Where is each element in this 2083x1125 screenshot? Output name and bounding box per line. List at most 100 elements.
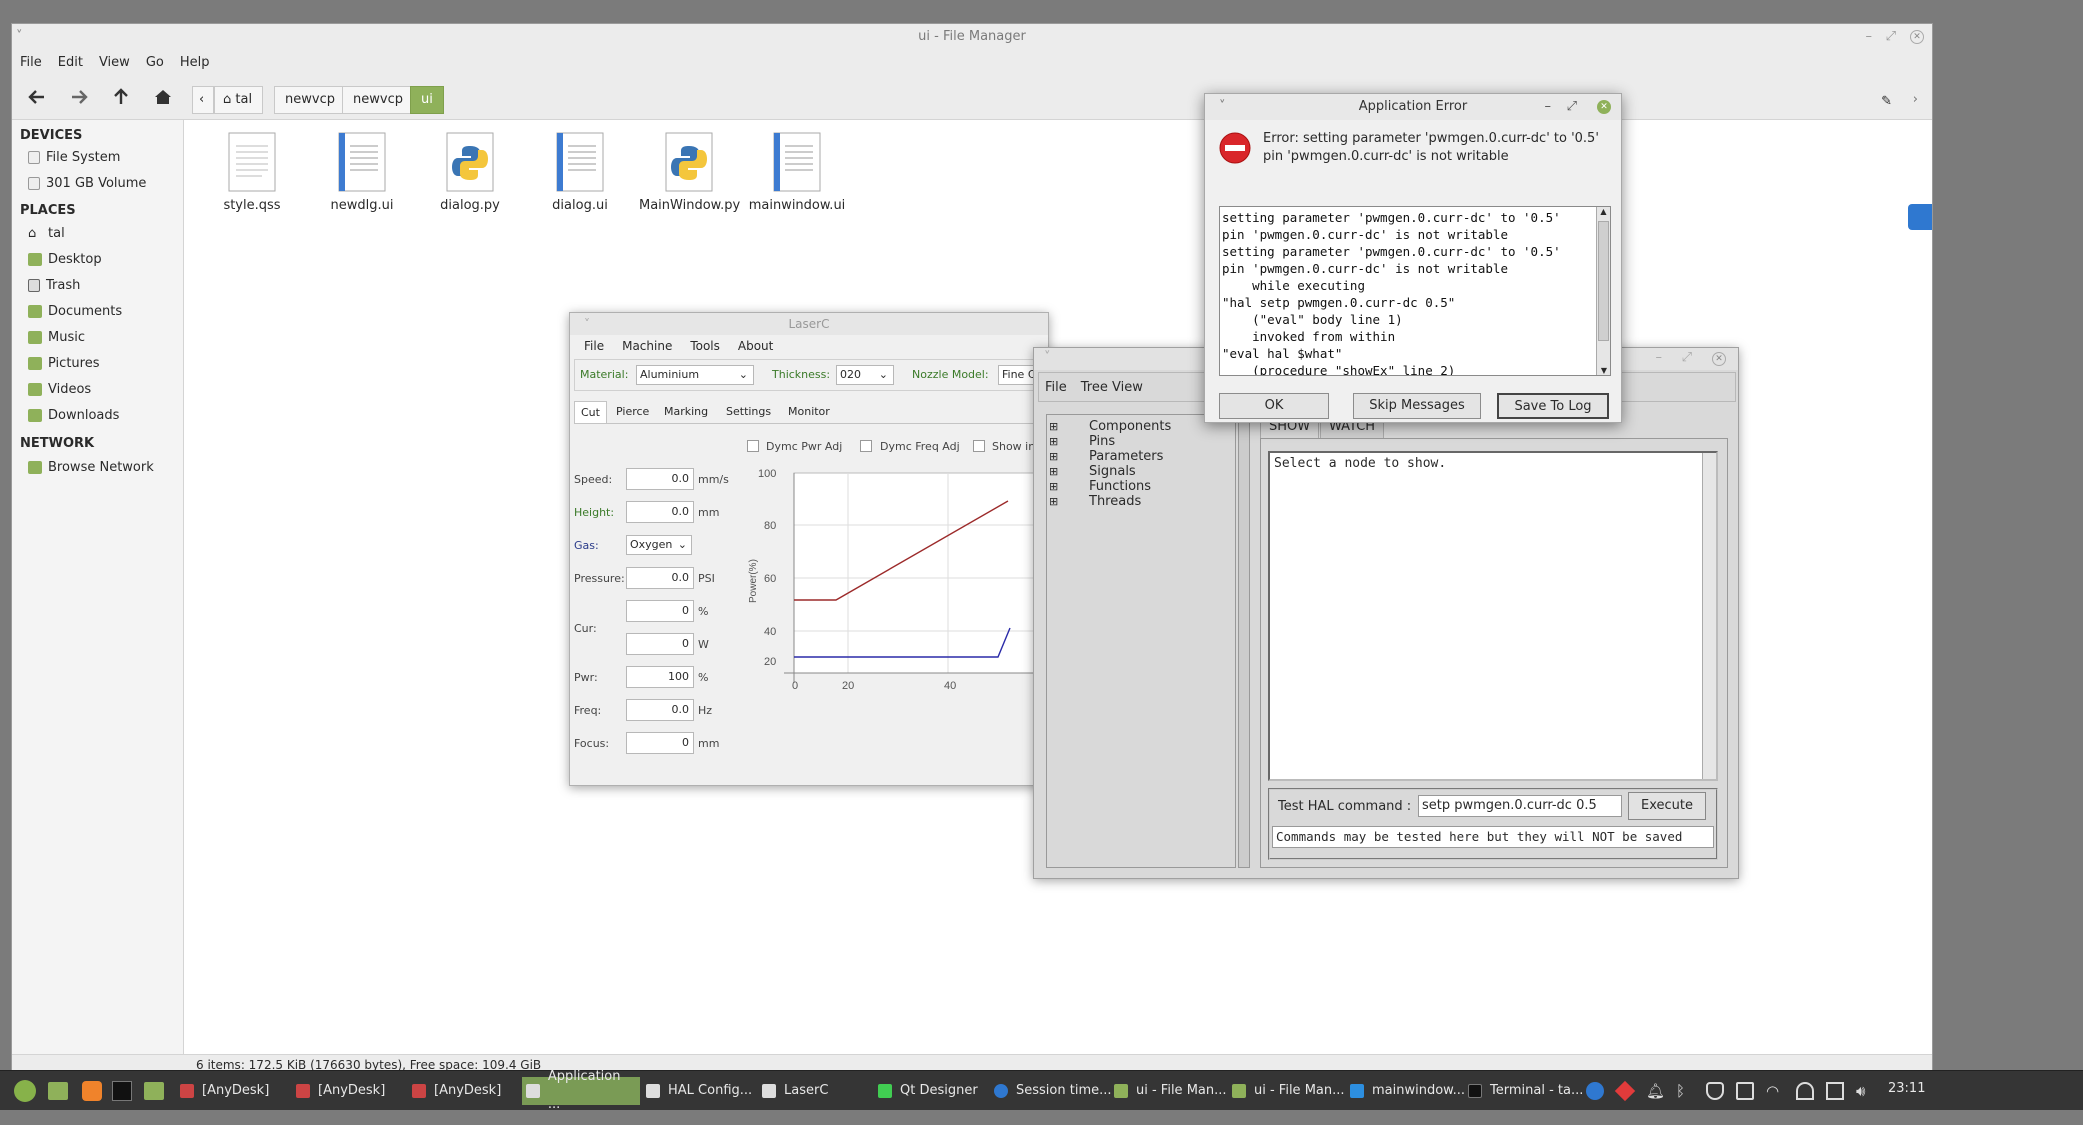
tree-node-parameters[interactable]: ⊞ Parameters: [1049, 449, 1171, 464]
sidebar-item-trash[interactable]: Trash: [28, 278, 80, 293]
breadcrumb-newvcp-2[interactable]: newvcp: [342, 86, 414, 114]
error-titlebar[interactable]: ˅ Application Error – ⤢ ✕: [1205, 94, 1621, 120]
fm-close-icon[interactable]: ✕: [1910, 30, 1924, 44]
gas-select[interactable]: Oxygen ⌄: [626, 535, 692, 555]
freq-input[interactable]: 0.0: [626, 699, 694, 721]
speed-input[interactable]: 0.0: [626, 468, 694, 490]
ok-button[interactable]: OK: [1219, 393, 1329, 419]
volume-icon[interactable]: 🔊︎: [1856, 1082, 1874, 1100]
sidebar-item-desktop[interactable]: Desktop: [28, 252, 102, 267]
fm-maximize-icon[interactable]: ⤢: [1886, 24, 1896, 50]
error-log-scrollbar[interactable]: ▲ ▼: [1596, 207, 1610, 375]
laserc-menu-tools[interactable]: Tools: [690, 339, 720, 353]
hal-menu-tree-view[interactable]: Tree View: [1081, 380, 1143, 395]
thickness-select[interactable]: 020 ⌄: [836, 365, 894, 385]
laserc-window-menu-icon[interactable]: ˅: [584, 313, 590, 335]
tree-node-components[interactable]: ⊞ Components: [1049, 419, 1171, 434]
fm-minimize-icon[interactable]: –: [1866, 24, 1873, 50]
tab-pierce[interactable]: Pierce: [610, 401, 655, 423]
sidebar-item-downloads[interactable]: Downloads: [28, 408, 119, 423]
task-laserc[interactable]: LaserC: [758, 1077, 832, 1105]
files-launcher-icon[interactable]: [144, 1082, 164, 1100]
laserc-titlebar[interactable]: ˅ LaserC: [570, 313, 1048, 335]
breadcrumb-newvcp-1[interactable]: newvcp: [274, 86, 346, 114]
wifi-icon[interactable]: ◠: [1766, 1082, 1784, 1100]
nvidia-icon[interactable]: [1796, 1082, 1814, 1100]
fm-titlebar[interactable]: ui - File Manager ˅ – ⤢ ✕: [12, 24, 1932, 50]
sidebar-item-documents[interactable]: Documents: [28, 304, 122, 319]
fm-menu-file[interactable]: File: [20, 55, 42, 70]
notifications-icon[interactable]: 🔔︎: [1646, 1082, 1665, 1100]
error-close-icon[interactable]: ✕: [1597, 100, 1611, 114]
hal-menu-file[interactable]: File: [1045, 380, 1067, 395]
scroll-thumb[interactable]: [1598, 221, 1609, 341]
file-item-mainwindow-ui[interactable]: mainwindow.ui: [747, 132, 847, 213]
sidebar-item-pictures[interactable]: Pictures: [28, 356, 99, 371]
cur-input[interactable]: 0: [626, 633, 694, 655]
anydesk-side-tab-icon[interactable]: [1908, 204, 1932, 230]
tab-monitor[interactable]: Monitor: [782, 401, 836, 423]
tree-node-functions[interactable]: ⊞ Functions: [1049, 479, 1171, 494]
terminal-launcher-icon[interactable]: [112, 1081, 132, 1101]
pwr-input[interactable]: 100: [626, 666, 694, 688]
tab-marking[interactable]: Marking: [658, 401, 714, 423]
edit-path-pencil-icon[interactable]: ✎: [1881, 94, 1892, 109]
breadcrumb-ui[interactable]: ui: [410, 86, 444, 114]
hal-close-icon[interactable]: ✕: [1712, 352, 1726, 366]
task-file-manager-2[interactable]: ui - File Man...: [1228, 1077, 1349, 1105]
task-terminal[interactable]: Terminal - ta...: [1464, 1077, 1587, 1105]
execute-button[interactable]: Execute: [1628, 792, 1706, 820]
sidebar-item-file-system[interactable]: File System: [28, 150, 120, 165]
error-minimize-icon[interactable]: –: [1545, 94, 1552, 120]
laserc-menu-about[interactable]: About: [738, 339, 773, 353]
file-item-newdlg-ui[interactable]: newdlg.ui: [312, 132, 412, 213]
focus-input[interactable]: 0: [626, 732, 694, 754]
fm-menu-view[interactable]: View: [99, 55, 130, 70]
teamviewer-tray-icon[interactable]: [1586, 1082, 1604, 1100]
clock[interactable]: 23:11: [1888, 1081, 1925, 1096]
sidebar-item-browse-network[interactable]: Browse Network: [28, 460, 154, 475]
scroll-up-icon[interactable]: ▲: [1597, 207, 1610, 216]
task-anydesk-2[interactable]: [AnyDesk]: [292, 1077, 389, 1105]
dymc-pwr-adj-checkbox[interactable]: [747, 440, 759, 452]
dymc-freq-adj-checkbox[interactable]: [860, 440, 872, 452]
tree-node-pins[interactable]: ⊞ Pins: [1049, 434, 1171, 449]
file-item-mainwindow-py[interactable]: MainWindow.py: [639, 132, 740, 213]
shield-icon[interactable]: [1706, 1082, 1724, 1100]
forward-button[interactable]: [64, 82, 94, 112]
hal-minimize-icon[interactable]: –: [1656, 350, 1663, 365]
error-window-menu-icon[interactable]: ˅: [1219, 94, 1226, 120]
up-button[interactable]: [106, 82, 136, 112]
error-maximize-icon[interactable]: ⤢: [1567, 94, 1577, 120]
scroll-down-icon[interactable]: ▼: [1597, 366, 1610, 375]
tree-scrollbar[interactable]: [1238, 414, 1250, 868]
tab-settings[interactable]: Settings: [720, 401, 777, 423]
home-button[interactable]: [148, 82, 178, 112]
pressure-input[interactable]: 0.0: [626, 567, 694, 589]
show-desktop-icon[interactable]: [48, 1082, 68, 1100]
clipboard-icon[interactable]: [1736, 1082, 1754, 1100]
fm-menu-edit[interactable]: Edit: [58, 55, 83, 70]
file-item-style-qss[interactable]: style.qss: [202, 132, 302, 213]
material-select[interactable]: Aluminium ⌄: [636, 365, 754, 385]
sidebar-item-music[interactable]: Music: [28, 330, 85, 345]
documents-tray-icon[interactable]: [1826, 1082, 1844, 1100]
fm-window-menu-icon[interactable]: ˅: [16, 24, 23, 50]
height-input[interactable]: 0.0: [626, 501, 694, 523]
task-anydesk-1[interactable]: [AnyDesk]: [176, 1077, 273, 1105]
task-vscode-mainwindow[interactable]: mainwindow...: [1346, 1077, 1469, 1105]
start-menu-icon[interactable]: [14, 1080, 36, 1102]
show-text-area[interactable]: Select a node to show.: [1268, 451, 1718, 781]
file-item-dialog-ui[interactable]: dialog.ui: [530, 132, 630, 213]
task-hal-config[interactable]: HAL Config...: [642, 1077, 756, 1105]
sidebar-item-videos[interactable]: Videos: [28, 382, 91, 397]
breadcrumb-right-button[interactable]: ›: [1913, 92, 1918, 107]
back-button[interactable]: [22, 82, 52, 112]
hal-window-menu-icon[interactable]: ˅: [1044, 350, 1051, 365]
fm-menu-help[interactable]: Help: [180, 55, 210, 70]
error-log-textarea[interactable]: setting parameter 'pwmgen.0.curr-dc' to …: [1219, 206, 1611, 376]
task-qt-designer[interactable]: Qt Designer: [874, 1077, 982, 1105]
file-item-dialog-py[interactable]: dialog.py: [420, 132, 520, 213]
tree-node-signals[interactable]: ⊞ Signals: [1049, 464, 1171, 479]
laserc-menu-file[interactable]: File: [584, 339, 604, 353]
